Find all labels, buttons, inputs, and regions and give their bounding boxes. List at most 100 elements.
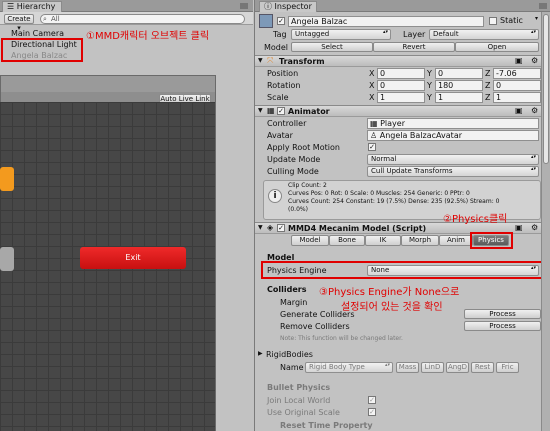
tab-inspector-label: Inspector [274,2,312,11]
tab-hierarchy-label: Hierarchy [16,2,56,11]
exit-node[interactable]: Exit [80,247,186,269]
pos-z-field[interactable]: -7.06 [493,68,541,79]
component-gear-icon[interactable]: ⚙ [531,56,538,65]
generate-process-button[interactable]: Process [464,309,541,319]
hierarchy-menu-icon[interactable] [240,3,248,9]
animator-title: Animator [288,107,330,116]
update-mode-dropdown[interactable]: Normal [367,154,539,165]
rest-column[interactable]: Rest [471,362,494,373]
static-label: Static [500,16,523,25]
pos-y-field[interactable]: 0 [435,68,483,79]
rigid-body-type-dropdown[interactable]: Rigid Body Type [305,362,393,373]
info-line-1: Clip Count: 2 [288,182,327,189]
mmd4-enabled-checkbox[interactable]: ✓ [277,224,285,232]
foldout-arrow-icon[interactable]: ▼ [258,224,263,231]
static-dropdown-icon[interactable]: ▾ [535,15,538,22]
rot-y-field[interactable]: 180 [435,80,483,91]
rigidbodies-label[interactable]: RigidBodies [266,350,313,359]
script-icon: ◈ [267,223,274,232]
object-name-field[interactable]: Angela Balzac [288,16,484,27]
help-book-icon[interactable]: ▣ [515,223,523,232]
apply-root-motion-checkbox[interactable]: ✓ [368,143,376,151]
rot-x-label: X [369,81,375,90]
note-text: Note: This function will be changed late… [280,335,403,342]
tab-morph[interactable]: Morph [401,235,439,246]
join-local-world-label: Join Local World [267,396,331,405]
tab-hierarchy[interactable]: ☰ Hierarchy [2,1,62,12]
help-book-icon[interactable]: ▣ [515,56,523,65]
inspector-menu-icon[interactable] [539,3,547,9]
create-button[interactable]: Create ▾ [4,14,34,32]
annotation-3b: 설정되어 있는 것을 확인 [341,302,443,313]
annotation-box-1 [1,38,83,62]
gray-state-node[interactable] [0,247,14,271]
tab-model[interactable]: Model [291,235,329,246]
foldout-arrow-icon[interactable]: ▼ [258,57,263,64]
hierarchy-search-input[interactable]: ⌕ All [40,14,245,24]
rot-z-field[interactable]: 0 [493,80,541,91]
hierarchy-item-main-camera[interactable]: Main Camera [11,29,64,38]
component-gear-icon[interactable]: ⚙ [531,106,538,115]
controller-field[interactable]: ▦ Player [367,118,539,129]
layer-label: Layer [403,30,426,39]
lind-column[interactable]: LinD [421,362,444,373]
mass-column[interactable]: Mass [396,362,419,373]
gameobject-icon [259,14,273,28]
model-label: Model [264,43,289,52]
info-line-3: Curves Count: 254 Constant: 19 (7.5%) De… [288,198,500,205]
scl-y-label: Y [427,93,432,102]
create-label: Create [7,15,31,23]
rot-y-label: Y [427,81,432,90]
component-gear-icon[interactable]: ⚙ [531,223,538,232]
culling-mode-dropdown[interactable]: Cull Update Transforms [367,166,539,177]
avatar-label: Avatar [267,131,293,140]
scl-y-field[interactable]: 1 [435,92,483,103]
tag-dropdown[interactable]: Untagged [291,29,391,40]
info-icon: ⓘ [264,2,275,11]
layer-dropdown[interactable]: Default [429,29,539,40]
scl-x-label: X [369,93,375,102]
avatar-person-icon: ♙ [370,131,380,140]
avatar-value: Angela BalzacAvatar [379,131,463,140]
join-local-world-checkbox[interactable]: ✓ [368,396,376,404]
angd-column[interactable]: AngD [446,362,469,373]
inspector-panel: ⓘ Inspector ✓ Angela Balzac Static ▾ Tag… [254,0,550,431]
name-label: Name [280,363,304,372]
search-placeholder: All [51,15,60,23]
open-button[interactable]: Open [455,42,539,52]
scl-z-label: Z [485,93,491,102]
tab-inspector[interactable]: ⓘ Inspector [259,1,317,12]
update-mode-label: Update Mode [267,155,321,164]
pos-x-field[interactable]: 0 [377,68,425,79]
inspector-scrollbar[interactable] [541,12,550,431]
foldout-arrow-icon[interactable]: ▶ [258,350,263,357]
animator-graph-grid[interactable]: Exit [0,102,215,431]
active-checkbox[interactable]: ✓ [277,17,285,25]
avatar-field[interactable]: ♙ Angela BalzacAvatar [367,130,539,141]
fric-column[interactable]: Fric [496,362,519,373]
use-original-scale-label: Use Original Scale [267,408,340,417]
transform-icon: ⤧ [267,56,274,65]
help-book-icon[interactable]: ▣ [515,106,523,115]
orange-state-node[interactable] [0,167,14,191]
scl-x-field[interactable]: 1 [377,92,425,103]
pos-y-label: Y [427,69,432,78]
static-checkbox[interactable] [489,17,497,25]
scrollbar-thumb[interactable] [543,14,549,164]
scl-z-field[interactable]: 1 [493,92,541,103]
annotation-2: ②Physics클릭 [443,214,508,225]
remove-process-button[interactable]: Process [464,321,541,331]
foldout-arrow-icon[interactable]: ▼ [258,107,263,114]
culling-mode-label: Culling Mode [267,167,319,176]
animator-enabled-checkbox[interactable]: ✓ [277,107,285,115]
rot-x-field[interactable]: 0 [377,80,425,91]
select-button[interactable]: Select [291,42,373,52]
generate-colliders-label: Generate Colliders [280,310,355,319]
tab-anim[interactable]: Anim [439,235,473,246]
pos-x-label: X [369,69,375,78]
tab-ik[interactable]: IK [365,235,401,246]
pos-z-label: Z [485,69,491,78]
tab-bone[interactable]: Bone [329,235,365,246]
revert-button[interactable]: Revert [373,42,455,52]
use-original-scale-checkbox[interactable]: ✓ [368,408,376,416]
